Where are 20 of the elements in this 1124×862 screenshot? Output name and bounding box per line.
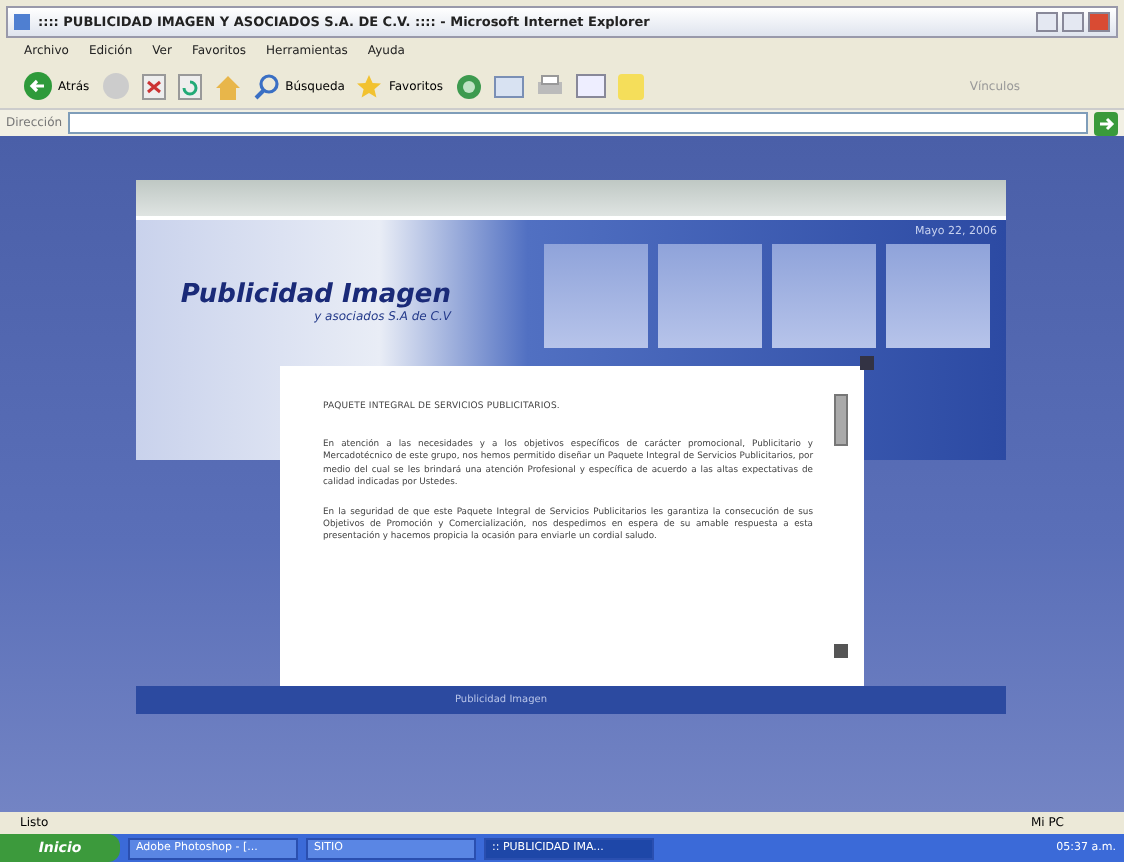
scroll-down-button[interactable]	[833, 644, 847, 658]
star-icon	[356, 73, 383, 99]
panel-close-button[interactable]	[859, 356, 873, 370]
header-tile	[543, 244, 647, 348]
history-icon[interactable]	[455, 73, 482, 99]
header-tile	[771, 244, 875, 348]
page-icon	[14, 14, 30, 30]
maximize-button[interactable]	[1062, 12, 1084, 32]
refresh-icon[interactable]	[177, 73, 202, 99]
header-tile	[657, 244, 761, 348]
address-field[interactable]	[68, 112, 1088, 134]
logo-title: Publicidad Imagen	[180, 280, 451, 310]
home-icon[interactable]	[213, 73, 242, 99]
minimize-button[interactable]	[1036, 12, 1058, 32]
printer-icon[interactable]	[535, 74, 564, 98]
stop-icon[interactable]	[141, 73, 166, 99]
header-tile	[885, 244, 989, 348]
go-arrow-icon[interactable]	[1094, 111, 1118, 135]
search-icon	[253, 73, 280, 99]
scroll-thumb[interactable]	[833, 394, 847, 446]
